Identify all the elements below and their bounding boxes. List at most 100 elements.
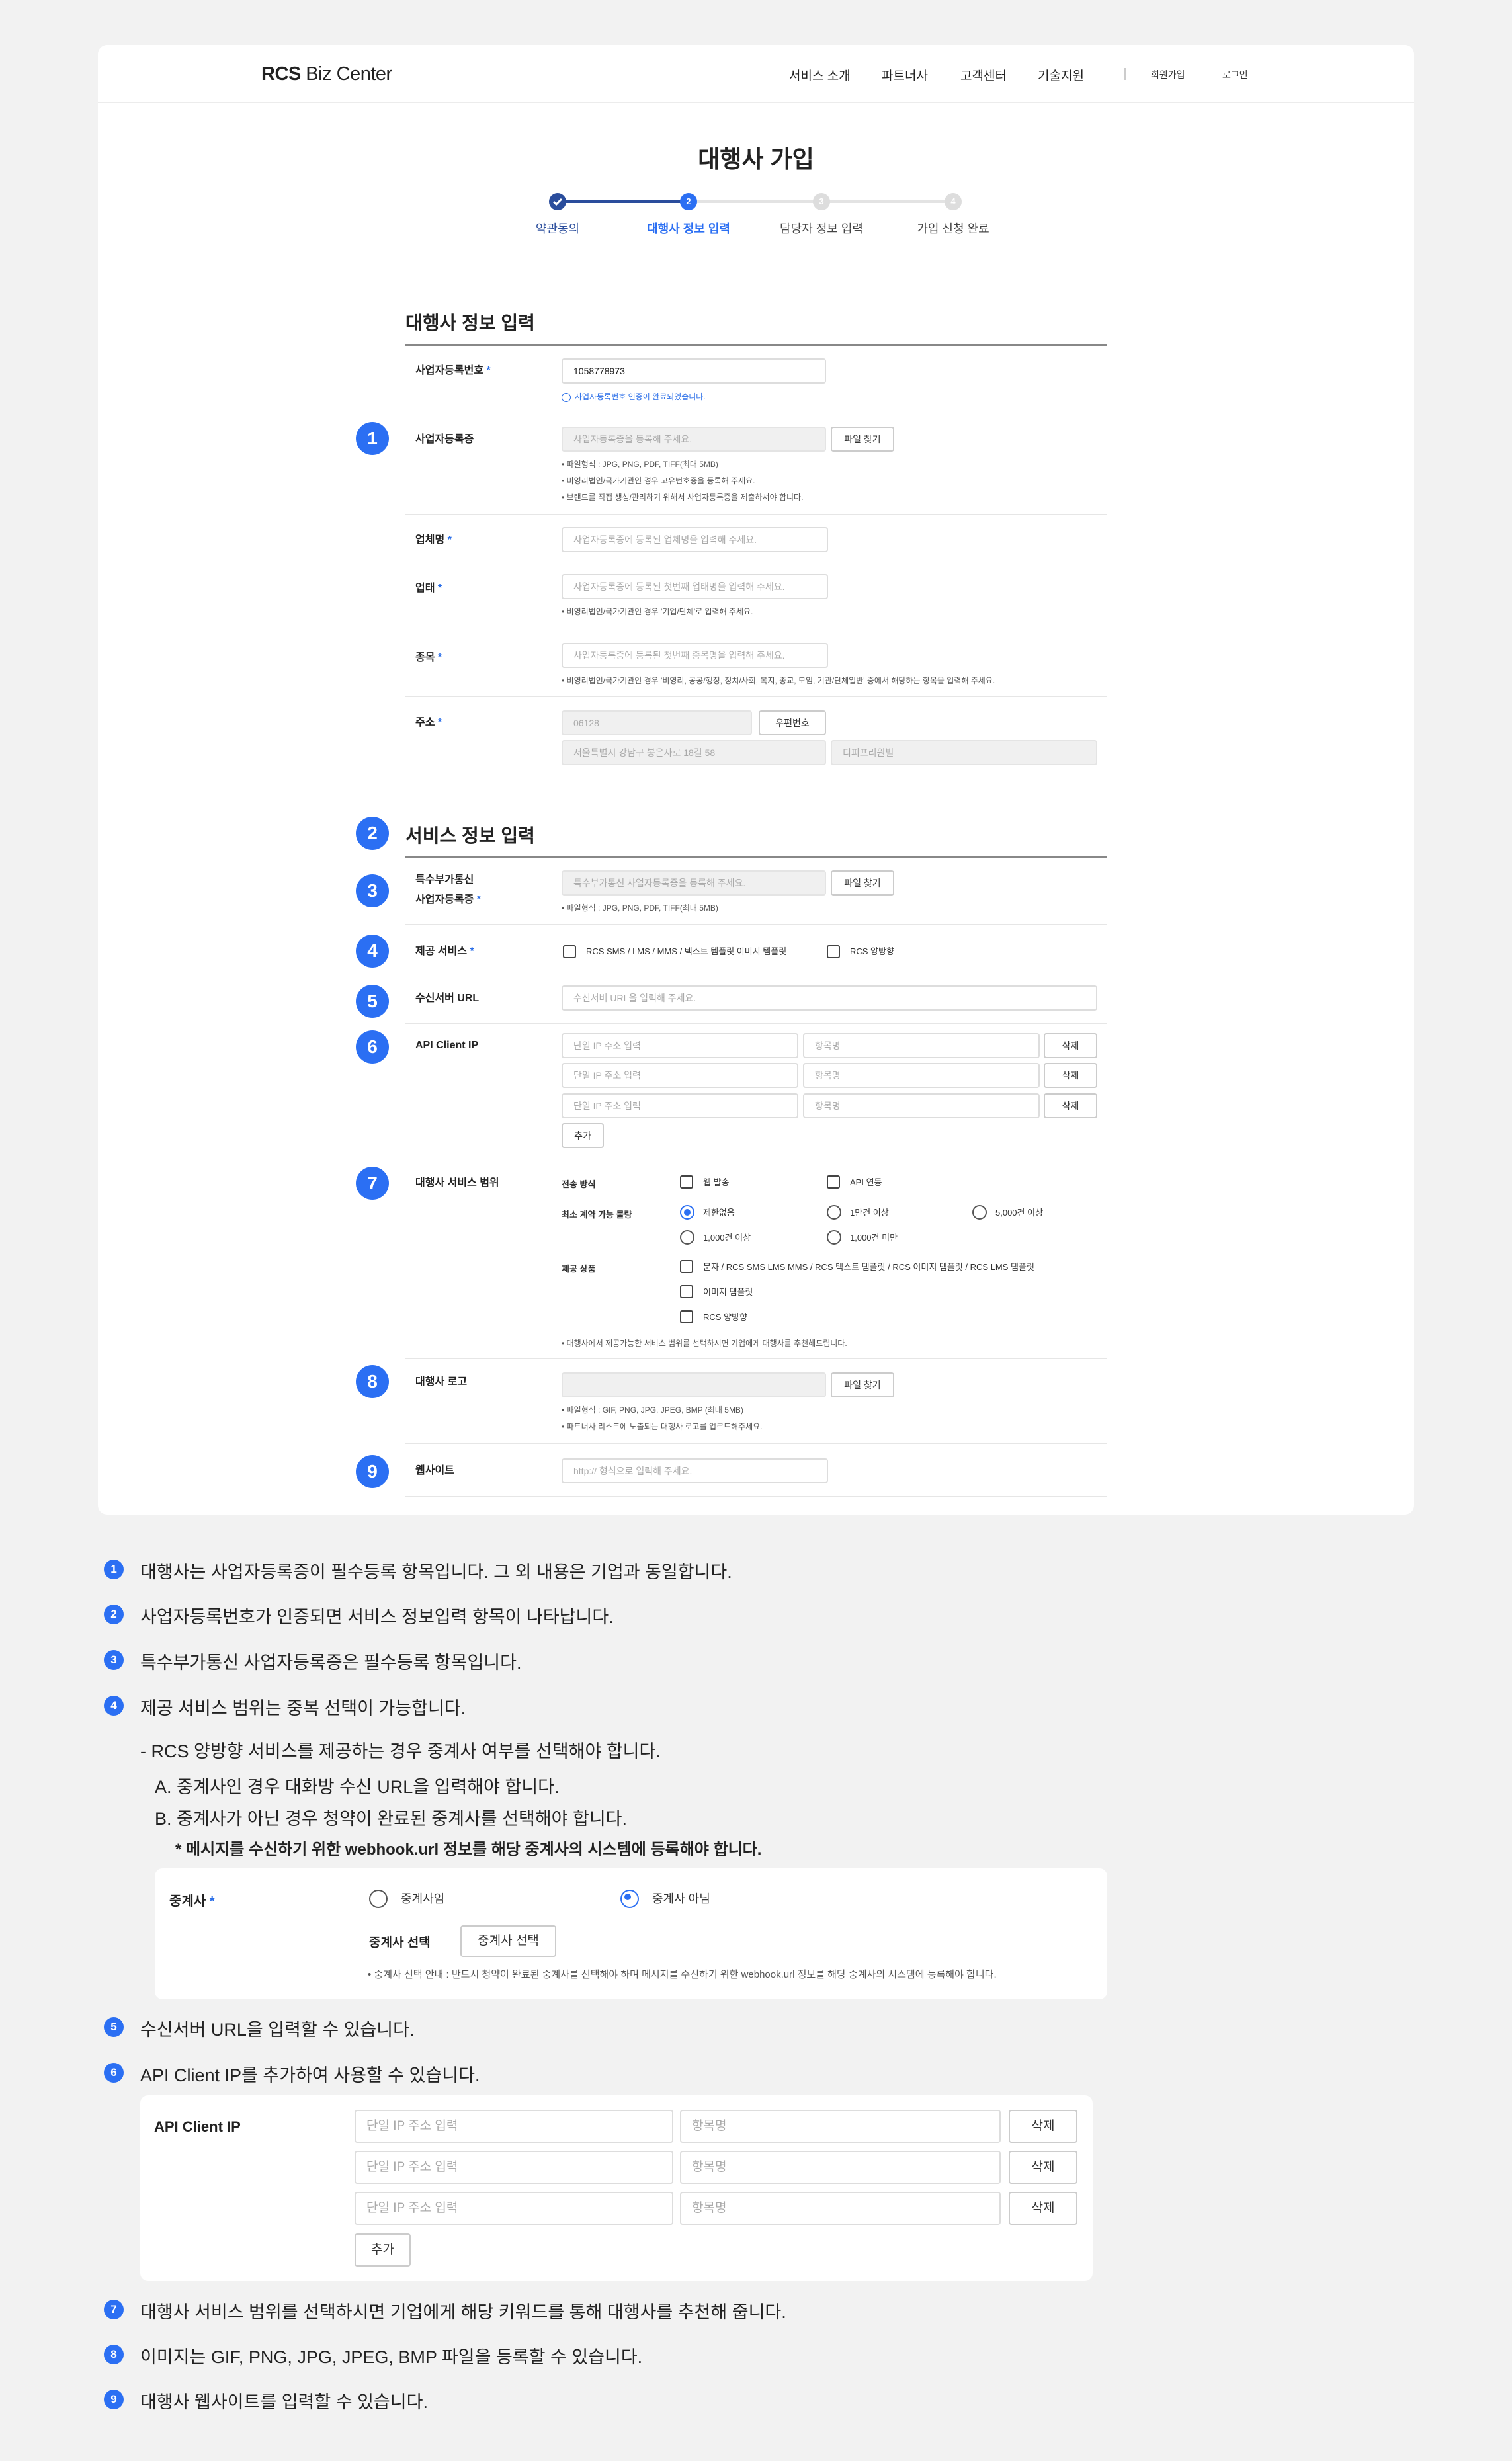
api-add-button[interactable]: 추가 bbox=[562, 1123, 604, 1148]
recv-url-input[interactable]: 수신서버 URL을 입력해 주세요. bbox=[562, 985, 1097, 1011]
product-image-checkbox[interactable] bbox=[680, 1285, 693, 1298]
min-1k-under-label: 1,000건 미만 bbox=[850, 1233, 898, 1243]
min-10k-radio[interactable] bbox=[827, 1205, 841, 1220]
provide-rcs-label: RCS SMS / LMS / MMS / 텍스트 템플릿 이미지 템플릿 bbox=[586, 946, 787, 956]
step-line-done bbox=[558, 200, 689, 203]
apibox-name-input-2[interactable]: 항목명 bbox=[680, 2151, 1001, 2184]
company-input[interactable]: 사업자등록증에 등록된 업체명을 입력해 주세요. bbox=[562, 527, 828, 552]
apibox-delete-button-1[interactable]: 삭제 bbox=[1009, 2110, 1077, 2143]
min-1k-under-radio[interactable] bbox=[827, 1230, 841, 1245]
apibox-ip-input-3[interactable]: 단일 IP 주소 입력 bbox=[355, 2192, 673, 2225]
bizcert-file-button[interactable]: 파일 찾기 bbox=[831, 427, 894, 452]
vas-file-button[interactable]: 파일 찾기 bbox=[831, 870, 894, 896]
biztype-input[interactable]: 사업자등록증에 등록된 첫번째 종목명을 입력해 주세요. bbox=[562, 643, 828, 668]
min-unlimited-radio[interactable] bbox=[680, 1205, 694, 1220]
logo-file-button[interactable]: 파일 찾기 bbox=[831, 1372, 894, 1397]
explain-8: 이미지는 GIF, PNG, JPG, JPEG, BMP 파일을 등록할 수 … bbox=[140, 2347, 643, 2367]
bizcond-note: • 비영리법인/국가기관인 경우 '기업/단체'로 입력해 주세요. bbox=[562, 607, 753, 616]
provide-label-text: 제공 서비스 bbox=[415, 946, 468, 957]
site-logo[interactable]: RCS Biz Center bbox=[261, 63, 392, 85]
provide-2way-label: RCS 양방향 bbox=[850, 946, 894, 956]
badge-8: 8 bbox=[356, 1365, 389, 1398]
check-circle-icon bbox=[562, 392, 571, 402]
bizcert-input[interactable]: 사업자등록증을 등록해 주세요. bbox=[562, 427, 826, 452]
biztype-label-text: 종목 bbox=[415, 652, 435, 663]
api-delete-button-1[interactable]: 삭제 bbox=[1044, 1033, 1097, 1058]
min-5k-radio[interactable] bbox=[972, 1205, 987, 1220]
explain-9: 대행사 웹사이트를 입력할 수 있습니다. bbox=[140, 2392, 428, 2412]
explain-badge-6: 6 bbox=[104, 2063, 124, 2083]
logo-bold: RCS bbox=[261, 63, 301, 85]
explain-7: 대행사 서비스 범위를 선택하시면 기업에게 해당 키워드를 통해 대행사를 추… bbox=[140, 2302, 786, 2322]
api-ip-input-3[interactable]: 단일 IP 주소 입력 bbox=[562, 1093, 798, 1118]
bizcert-label: 사업자등록증 bbox=[415, 434, 474, 445]
logo-input[interactable] bbox=[562, 1372, 826, 1397]
send-web-checkbox[interactable] bbox=[680, 1175, 693, 1189]
address2-input[interactable]: 디피프리원빌 bbox=[831, 740, 1097, 765]
bizcert-note-2: • 비영리법인/국가기관인 경우 고유번호증을 등록해 주세요. bbox=[562, 476, 755, 485]
nav-customer-center[interactable]: 고객센터 bbox=[960, 66, 1007, 84]
vas-label-1: 특수부가통신 bbox=[415, 874, 474, 886]
bizno-label: 사업자등록번호 * bbox=[415, 361, 491, 381]
apibox-delete-button-2[interactable]: 삭제 bbox=[1009, 2151, 1077, 2184]
apibox-name-input-3[interactable]: 항목명 bbox=[680, 2192, 1001, 2225]
row-divider bbox=[405, 696, 1107, 697]
address-label-text: 주소 bbox=[415, 717, 435, 728]
api-ip-input-1[interactable]: 단일 IP 주소 입력 bbox=[562, 1033, 798, 1058]
api-box-label: API Client IP bbox=[154, 2118, 241, 2135]
bizno-input[interactable]: 1058778973 bbox=[562, 358, 826, 384]
apibox-ip-input-1[interactable]: 단일 IP 주소 입력 bbox=[355, 2110, 673, 2143]
required-mark: * bbox=[447, 534, 452, 546]
biztype-label: 종목 * bbox=[415, 648, 442, 668]
explain-badge-3: 3 bbox=[104, 1650, 124, 1670]
recv-url-label: 수신서버 URL bbox=[415, 993, 480, 1004]
api-name-input-3[interactable]: 항목명 bbox=[803, 1093, 1040, 1118]
nav-partners[interactable]: 파트너사 bbox=[882, 66, 928, 84]
apibox-delete-button-3[interactable]: 삭제 bbox=[1009, 2192, 1077, 2225]
api-ip-input-2[interactable]: 단일 IP 주소 입력 bbox=[562, 1063, 798, 1088]
bizno-verified-hint: 사업자등록번호 인증이 완료되었습니다. bbox=[562, 391, 706, 402]
scope-label: 대행사 서비스 범위 bbox=[415, 1177, 499, 1189]
badge-9: 9 bbox=[356, 1455, 389, 1488]
login-link[interactable]: 로그인 bbox=[1222, 68, 1248, 81]
min-unlimited-label: 제한없음 bbox=[703, 1208, 735, 1218]
step-4-label: 가입 신청 완료 bbox=[917, 222, 989, 235]
website-input[interactable]: http:// 형식으로 입력해 주세요. bbox=[562, 1458, 828, 1483]
explain-4b: A. 중계사인 경우 대화방 수신 URL을 입력해야 합니다. bbox=[155, 1777, 560, 1797]
row-divider bbox=[405, 924, 1107, 925]
step-2-dot: 2 bbox=[680, 193, 697, 210]
vas-input[interactable]: 특수부가통신 사업자등록증을 등록해 주세요. bbox=[562, 870, 826, 896]
address1-input[interactable]: 서울특별시 강남구 봉은사로 18길 58 bbox=[562, 740, 826, 765]
api-delete-button-2[interactable]: 삭제 bbox=[1044, 1063, 1097, 1088]
send-api-checkbox[interactable] bbox=[827, 1175, 840, 1189]
product-2way-checkbox[interactable] bbox=[680, 1310, 693, 1323]
api-name-input-1[interactable]: 항목명 bbox=[803, 1033, 1040, 1058]
note-text: 파일형식 : JPG, PNG, PDF, TIFF(최대 5MB) bbox=[566, 460, 718, 469]
product-text-checkbox[interactable] bbox=[680, 1260, 693, 1273]
zipcode-input[interactable]: 06128 bbox=[562, 710, 752, 735]
bizcond-input[interactable]: 사업자등록증에 등록된 첫번째 업태명을 입력해 주세요. bbox=[562, 574, 828, 599]
bizno-label-text: 사업자등록번호 bbox=[415, 365, 484, 376]
scope-note: • 대행사에서 제공가능한 서비스 범위를 선택하시면 기업에게 대행사를 추천… bbox=[562, 1339, 847, 1348]
apibox-ip-input-2[interactable]: 단일 IP 주소 입력 bbox=[355, 2151, 673, 2184]
row-divider bbox=[405, 1496, 1107, 1497]
join-link[interactable]: 회원가입 bbox=[1151, 68, 1185, 81]
relay-yes-radio[interactable] bbox=[369, 1890, 388, 1908]
note-text: 비영리법인/국가기관인 경우 '비영리, 공공/행정, 정치/사회, 복지, 종… bbox=[566, 676, 995, 685]
api-delete-button-3[interactable]: 삭제 bbox=[1044, 1093, 1097, 1118]
provide-2way-checkbox[interactable] bbox=[827, 945, 840, 958]
note-text: 파트너사 리스트에 노출되는 대행사 로고를 업로드해주세요. bbox=[566, 1422, 763, 1431]
explain-3: 특수부가통신 사업자등록증은 필수등록 항목입니다. bbox=[140, 1653, 522, 1673]
relay-no-radio[interactable] bbox=[620, 1890, 639, 1908]
api-name-input-2[interactable]: 항목명 bbox=[803, 1063, 1040, 1088]
zipcode-button[interactable]: 우편번호 bbox=[759, 710, 826, 735]
apibox-name-input-1[interactable]: 항목명 bbox=[680, 2110, 1001, 2143]
step-3-label: 담당자 정보 입력 bbox=[780, 222, 863, 235]
apibox-add-button[interactable]: 추가 bbox=[355, 2233, 411, 2267]
min-1k-plus-radio[interactable] bbox=[680, 1230, 694, 1245]
relay-select-button[interactable]: 중계사 선택 bbox=[460, 1925, 556, 1957]
provide-rcs-checkbox[interactable] bbox=[563, 945, 576, 958]
nav-tech-support[interactable]: 기술지원 bbox=[1038, 66, 1084, 84]
nav-service-intro[interactable]: 서비스 소개 bbox=[789, 66, 851, 84]
explain-4d: * 메시지를 수신하기 위한 webhook.url 정보를 해당 중계사의 시… bbox=[175, 1841, 762, 1858]
